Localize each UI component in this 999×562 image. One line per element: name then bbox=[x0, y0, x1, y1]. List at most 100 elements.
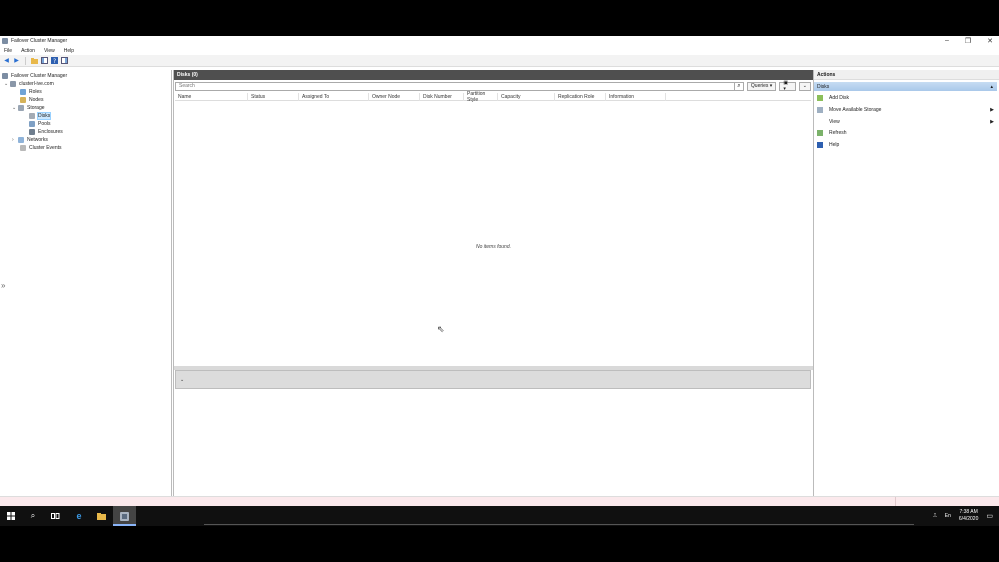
nodes-icon bbox=[20, 97, 26, 103]
tree-item-cluster-events[interactable]: Cluster Events bbox=[20, 144, 62, 152]
save-query-button[interactable]: ▣ ▾ bbox=[779, 80, 796, 92]
application-window: Failover Cluster Manager – ❐ ✕ File Acti… bbox=[0, 36, 999, 526]
help-icon[interactable]: ? bbox=[51, 57, 58, 64]
show-hide-action-pane-icon[interactable] bbox=[61, 57, 68, 64]
action-add-disk[interactable]: Add Disk bbox=[817, 93, 997, 102]
clock-time: 7:38 AM bbox=[959, 509, 978, 515]
cluster-events-icon bbox=[20, 145, 26, 151]
actions-group-disks[interactable]: Disks ▴ bbox=[814, 82, 997, 91]
cluster-manager-icon bbox=[2, 73, 8, 79]
chevron-down-icon[interactable]: ⌄ bbox=[180, 377, 184, 383]
taskbar-divider bbox=[204, 524, 914, 525]
details-bar[interactable]: ⌄ bbox=[175, 370, 811, 389]
minimize-button[interactable]: – bbox=[945, 37, 949, 45]
column-header-partition-style[interactable]: Partition Style bbox=[464, 91, 498, 103]
expand-search-button[interactable]: ⌄ bbox=[798, 81, 811, 91]
column-header-name[interactable]: Name bbox=[175, 93, 248, 101]
menu-view[interactable]: View bbox=[44, 48, 55, 54]
column-header-disk-number[interactable]: Disk Number bbox=[420, 93, 464, 101]
cluster-manager-icon bbox=[119, 511, 129, 521]
tree-item-label: Cluster Events bbox=[29, 145, 62, 151]
cluster-manager-icon bbox=[2, 38, 8, 44]
expand-chevron-icon[interactable]: › bbox=[12, 137, 17, 143]
blank-icon bbox=[817, 119, 823, 125]
tree-item-disks[interactable]: Disks bbox=[29, 112, 52, 120]
action-label: Add Disk bbox=[829, 94, 850, 101]
action-label: Refresh bbox=[829, 129, 847, 136]
toolbar: ◀ ▶ ? bbox=[0, 55, 999, 67]
search-input[interactable] bbox=[175, 81, 736, 91]
empty-list-message: No items found. bbox=[475, 244, 512, 250]
collapse-triangle-icon[interactable]: ▴ bbox=[990, 84, 993, 90]
system-tray: ⎍ En 7:38 AM 6/4/2020 ▭ bbox=[933, 509, 993, 523]
tree-item-pools[interactable]: Pools bbox=[29, 120, 51, 128]
column-header-assigned-to[interactable]: Assigned To bbox=[299, 93, 369, 101]
column-header-replication-role[interactable]: Replication Role bbox=[555, 93, 606, 101]
actions-title: Actions bbox=[814, 70, 999, 80]
menu-action[interactable]: Action bbox=[21, 48, 35, 54]
action-help[interactable]: Help bbox=[817, 140, 997, 149]
network-icon[interactable]: ⎍ bbox=[933, 513, 937, 519]
window-controls: – ❐ ✕ bbox=[945, 37, 993, 45]
tree-item-failover-cluster-manager[interactable]: Failover Cluster Manager bbox=[2, 72, 67, 80]
restore-button[interactable]: ❐ bbox=[965, 37, 971, 45]
tree-item-label: Disks bbox=[36, 112, 52, 120]
tree-item-roles[interactable]: Roles bbox=[20, 88, 42, 96]
cluster-icon bbox=[10, 81, 16, 87]
close-button[interactable]: ✕ bbox=[987, 37, 993, 45]
search-icon[interactable]: ⌕ bbox=[28, 511, 38, 521]
move-storage-icon bbox=[817, 106, 823, 113]
submenu-arrow-icon: ▶ bbox=[990, 118, 994, 125]
action-refresh[interactable]: Refresh bbox=[817, 128, 997, 137]
action-label: Help bbox=[829, 141, 840, 148]
action-label: View bbox=[829, 118, 840, 125]
expand-pane-icon[interactable]: » bbox=[1, 281, 5, 290]
column-header-owner-node[interactable]: Owner Node bbox=[369, 93, 420, 101]
action-view[interactable]: View ▶ bbox=[817, 117, 997, 126]
tree-item-label: Networks bbox=[27, 137, 48, 143]
action-move-available-storage[interactable]: Move Available Storage ▶ bbox=[817, 105, 997, 114]
tree-item-enclosures[interactable]: Enclosures bbox=[29, 128, 63, 136]
tree-item-cluster[interactable]: ⌄ clusterl-ive.com bbox=[4, 80, 54, 88]
column-header-capacity[interactable]: Capacity bbox=[498, 93, 555, 101]
tree-item-label: Storage bbox=[27, 105, 45, 111]
tray-language[interactable]: En bbox=[945, 513, 951, 519]
actions-pane: Actions Disks ▴ Add Disk Move Available … bbox=[813, 70, 999, 496]
tree-item-nodes[interactable]: Nodes bbox=[20, 96, 43, 104]
taskbar: ⌕ e ⎍ En 7:38 AM 6/4/2020 ▭ bbox=[0, 506, 999, 526]
title-bar: Failover Cluster Manager – ❐ ✕ bbox=[0, 36, 999, 46]
pane-title: Disks (0) bbox=[174, 70, 813, 80]
toolbar-divider bbox=[25, 56, 26, 65]
tree-item-networks[interactable]: › Networks bbox=[12, 136, 48, 144]
forward-arrow-icon[interactable]: ▶ bbox=[13, 57, 20, 64]
disks-icon bbox=[29, 113, 35, 119]
task-view-icon[interactable] bbox=[50, 511, 60, 521]
action-label: Move Available Storage bbox=[829, 106, 882, 113]
show-hide-tree-icon[interactable] bbox=[41, 57, 48, 64]
back-arrow-icon[interactable]: ◀ bbox=[3, 57, 10, 64]
notifications-icon[interactable]: ▭ bbox=[986, 512, 993, 520]
tree-item-label: Pools bbox=[38, 121, 51, 127]
queries-label: Queries bbox=[750, 83, 769, 89]
search-icon[interactable]: ⌕ bbox=[735, 81, 744, 91]
file-explorer-icon[interactable] bbox=[96, 511, 106, 521]
menu-file[interactable]: File bbox=[4, 48, 12, 54]
column-header-status[interactable]: Status bbox=[248, 93, 299, 101]
collapse-chevron-icon[interactable]: ⌄ bbox=[4, 81, 9, 87]
column-header-information[interactable]: Information bbox=[606, 93, 666, 101]
pools-icon bbox=[29, 121, 35, 127]
svg-text:?: ? bbox=[53, 58, 56, 64]
start-icon[interactable] bbox=[6, 511, 16, 521]
menu-help[interactable]: Help bbox=[64, 48, 74, 54]
collapse-chevron-icon[interactable]: ⌄ bbox=[12, 105, 17, 111]
internet-explorer-icon[interactable]: e bbox=[74, 511, 84, 521]
queries-button[interactable]: Queries ▾ bbox=[746, 81, 777, 91]
details-pane bbox=[174, 390, 813, 496]
tree-item-label: Roles bbox=[29, 89, 42, 95]
up-folder-icon[interactable] bbox=[31, 57, 38, 64]
clock[interactable]: 7:38 AM 6/4/2020 bbox=[959, 509, 978, 523]
tree-item-storage[interactable]: ⌄ Storage bbox=[12, 104, 45, 112]
navigation-pane: Failover Cluster Manager ⌄ clusterl-ive.… bbox=[0, 70, 172, 496]
storage-icon bbox=[18, 105, 24, 111]
table-header: Name Status Assigned To Owner Node Disk … bbox=[175, 91, 811, 103]
